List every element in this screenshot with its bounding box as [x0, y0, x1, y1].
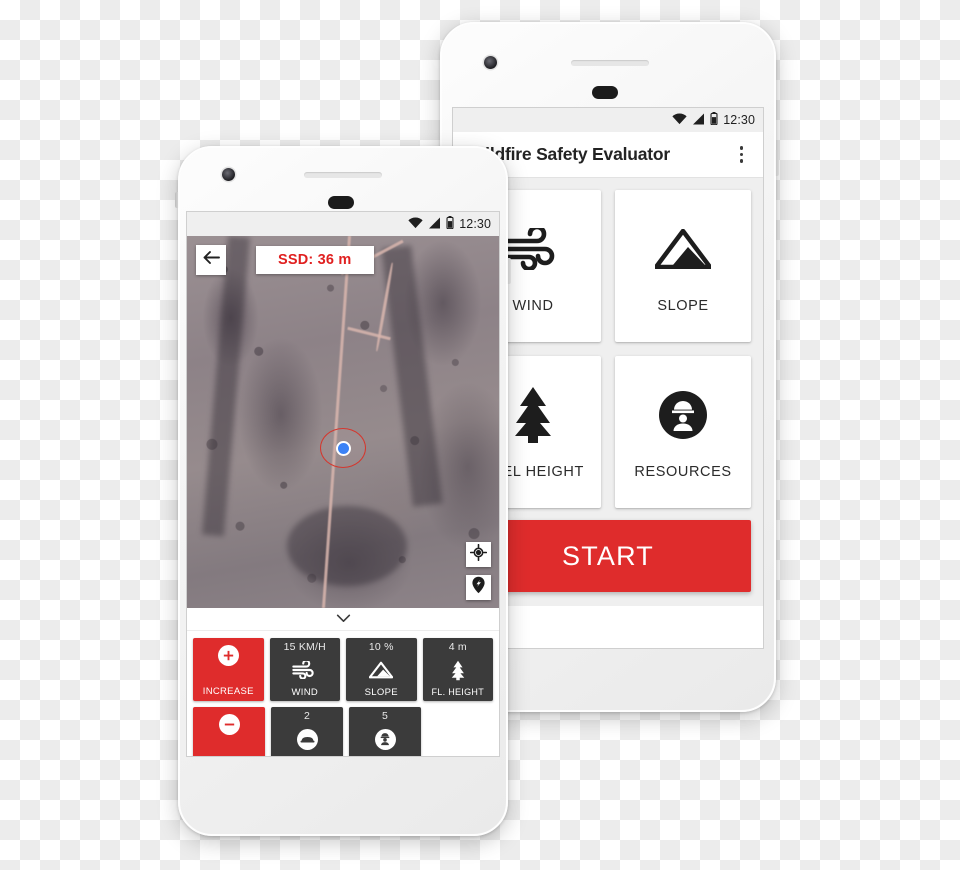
front-phone-device: 12:30 SSD: 36 m INCREASE 15 KM/H WIND 10…	[175, 146, 511, 836]
wifi-icon	[672, 113, 687, 128]
map-top-overlay: SSD: 36 m	[187, 245, 499, 275]
person-icon	[374, 727, 396, 751]
back-status-clock: 12:30	[723, 113, 755, 127]
tile-fuel-height-value: 4 m	[448, 641, 467, 653]
card-label-wind: WIND	[512, 298, 554, 314]
tile-slope-value: 10 %	[368, 641, 394, 653]
decrease-label: DECREASE	[202, 755, 257, 756]
wind-icon	[292, 658, 317, 682]
tree-icon	[510, 384, 556, 446]
wifi-icon	[408, 217, 423, 232]
crosshair-location-icon	[469, 543, 488, 566]
firefighter-person-icon	[658, 384, 708, 446]
card-label-slope: SLOPE	[657, 298, 709, 314]
card-label-resources: RESOURCES	[634, 464, 732, 480]
minus-circle-icon	[218, 714, 240, 735]
my-location-button[interactable]	[466, 542, 491, 567]
satellite-map[interactable]: SSD: 36 m	[187, 236, 499, 608]
signal-icon	[428, 217, 441, 232]
ssd-chip: SSD: 36 m	[256, 246, 374, 274]
front-phone-screen: 12:30 SSD: 36 m INCREASE 15 KM/H WIND 10…	[187, 212, 499, 756]
tile-fuel-height-label: FL. HEIGHT	[431, 687, 484, 697]
front-phone-earpiece	[304, 172, 382, 178]
arrow-left-icon	[203, 250, 220, 270]
tile-people-value: 5	[381, 710, 389, 722]
slope-mountain-icon	[655, 218, 711, 280]
front-phone-power-button	[507, 258, 511, 284]
tile-wind-value: 15 KM/H	[283, 641, 326, 653]
tile-wind[interactable]: 15 KM/H WIND	[269, 638, 340, 701]
control-row-1: INCREASE 15 KM/H WIND 10 % SLOPE 4 m FL.…	[193, 638, 493, 701]
tile-wind-label: WIND	[291, 686, 319, 698]
tile-fuel-height[interactable]: 4 m FL. HEIGHT	[422, 638, 493, 701]
increase-button[interactable]: INCREASE	[193, 638, 264, 701]
kebab-menu-icon[interactable]	[736, 142, 748, 167]
vehicle-icon	[296, 727, 318, 751]
back-status-bar: 12:30	[453, 108, 763, 132]
back-phone-sensor	[592, 86, 618, 99]
place-marker-button[interactable]	[466, 575, 491, 600]
parameter-control-panel: INCREASE 15 KM/H WIND 10 % SLOPE 4 m FL.…	[187, 631, 499, 756]
front-status-clock: 12:30	[459, 217, 491, 231]
tile-people[interactable]: 5 PEOPLE	[349, 707, 421, 756]
battery-icon	[710, 112, 718, 128]
front-phone-sensor	[328, 196, 354, 209]
battery-icon	[446, 216, 454, 232]
chevron-down-icon	[336, 610, 351, 628]
back-button[interactable]	[196, 245, 226, 275]
card-slope[interactable]: SLOPE	[615, 190, 751, 342]
wind-icon	[504, 218, 562, 280]
plus-circle-icon	[217, 645, 239, 666]
front-status-bar: 12:30	[187, 212, 499, 236]
increase-label: INCREASE	[202, 685, 254, 697]
current-location-dot	[337, 442, 349, 454]
tile-slope-label: SLOPE	[364, 686, 398, 698]
card-resources[interactable]: RESOURCES	[615, 356, 751, 508]
front-phone-volume-button	[175, 192, 179, 208]
back-phone-earpiece	[571, 60, 649, 66]
map-controls	[466, 542, 491, 600]
tree-icon	[450, 658, 466, 682]
tile-vehicles-value: 2	[303, 710, 311, 722]
map-ravine-bottom	[287, 506, 407, 586]
tile-slope[interactable]: 10 % SLOPE	[346, 638, 417, 701]
signal-icon	[692, 113, 705, 128]
panel-collapse-handle[interactable]	[187, 608, 499, 631]
front-phone-front-camera	[222, 168, 235, 181]
slope-mountain-icon	[369, 658, 394, 682]
back-phone-power-button	[775, 150, 779, 176]
control-row-2: DECREASE 2 VEHICLES	[193, 707, 493, 756]
back-phone-front-camera	[484, 56, 497, 69]
map-pin-icon	[471, 576, 486, 599]
tile-vehicles[interactable]: 2 VEHICLES	[271, 707, 343, 756]
decrease-button[interactable]: DECREASE	[193, 707, 265, 756]
location-radius-marker	[320, 428, 366, 469]
